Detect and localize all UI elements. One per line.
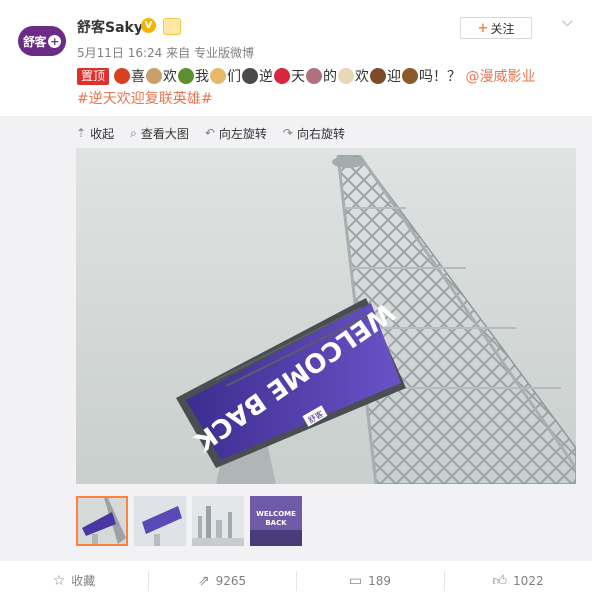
collapse-button[interactable]: ⇡ 收起 [76,125,114,142]
hero-emoji-icon [306,68,323,84]
follow-label: 关注 [490,21,515,36]
ironman-emoji-icon [114,68,131,84]
collapse-icon: ⇡ [76,126,87,140]
post-char: 欢 [163,69,178,85]
spiderman-emoji-icon [274,68,291,84]
search-icon: ⌕ [130,125,137,140]
post-char: 我 [195,69,210,85]
rotate-right-button[interactable]: ↷ 向右旋转 [283,125,345,142]
plus-icon: + [48,34,61,48]
repost-button[interactable]: ⇗ 9265 [148,561,296,600]
post-meta: 5月11日 16:24 来自 专业版微博 [77,44,254,61]
thumbnail-3[interactable] [192,496,244,546]
source-prefix: 来自 [166,46,191,60]
chevron-down-icon[interactable]: ⌵ [562,14,573,30]
ant-emoji-icon [338,68,355,84]
avatar[interactable]: 舒客 + [18,26,66,56]
verified-icon: V [141,18,156,33]
comment-count: 189 [368,573,392,588]
media-toolbar: ⇡ 收起 ⌕ 查看大图 ↶ 向左旋转 ↷ 向右旋转 [76,124,345,142]
thor-emoji-icon [146,68,163,84]
post-date[interactable]: 5月11日 16:24 [77,46,162,60]
rotate-right-label: 向右旋转 [296,126,345,141]
thumbnail-2[interactable] [134,496,186,546]
action-bar: ☆ 收藏 ⇗ 9265 ▭ 189 👍︎ 1022 [0,560,592,600]
hashtag-link[interactable]: #逆天欢迎复联英雄# [77,91,212,107]
repost-icon: ⇗ [197,572,210,589]
post-text: 置顶 喜 欢 我 们 逆 天 的 欢 迎 吗！？ @漫威影业 #逆天欢迎复联英雄# [77,66,577,110]
post-source[interactable]: 专业版微博 [194,46,254,60]
thumbnail-1[interactable] [76,496,128,546]
strange-emoji-icon [370,68,387,84]
post-char: 欢 [355,69,370,85]
post-char: 迎 [387,69,402,85]
view-large-label: 查看大图 [140,126,189,141]
view-large-button[interactable]: ⌕ 查看大图 [130,125,189,142]
author-name[interactable]: 舒客Saky [77,17,143,37]
weibo-post-card: 舒客 + 舒客Saky V 5月11日 16:24 来自 专业版微博 + 关注 ⌵… [0,0,592,599]
blackwidow-emoji-icon [242,68,259,84]
post-char: 喜 [131,69,146,85]
thumbnail-label: WELCOME BACK [256,510,296,527]
star-icon: ☆ [52,572,66,589]
captain-emoji-icon [210,68,227,84]
post-char: 天 [291,69,306,85]
level-badge-icon [163,18,181,35]
mention-link[interactable]: @漫威影业 [465,69,535,85]
rotate-left-button[interactable]: ↶ 向左旋转 [205,125,267,142]
groot-emoji-icon [402,68,419,84]
plus-icon: + [477,20,489,36]
thumbs-up-icon: 👍︎ [492,573,508,589]
thumbnail-4[interactable]: WELCOME BACK [250,496,302,546]
thumbnail-strip: WELCOME BACK [76,496,302,546]
post-char: 们 [227,69,242,85]
rotate-left-icon: ↶ [204,126,215,140]
post-char: 的 [323,69,338,85]
favorite-label: 收藏 [71,574,96,588]
collapse-label: 收起 [90,126,115,141]
pinned-badge: 置顶 [77,68,110,85]
post-char: 逆 [259,69,274,85]
comment-icon: ▭ [348,572,363,589]
rotate-left-label: 向左旋转 [218,126,267,141]
main-image[interactable]: WELCOME BACK 舒客 [76,148,576,484]
media-panel: ⇡ 收起 ⌕ 查看大图 ↶ 向左旋转 ↷ 向右旋转 WELCOME BACK 舒… [0,116,592,560]
repost-count: 9265 [215,573,247,588]
like-count: 1022 [513,573,544,588]
follow-button[interactable]: + 关注 [460,17,532,39]
hulk-emoji-icon [178,68,195,84]
rotate-right-icon: ↷ [282,126,293,140]
like-button[interactable]: 👍︎ 1022 [444,561,592,600]
favorite-button[interactable]: ☆ 收藏 [0,561,148,600]
avatar-text: 舒客 [22,34,47,49]
comment-button[interactable]: ▭ 189 [296,561,444,600]
post-char: 吗！？ [419,69,462,85]
